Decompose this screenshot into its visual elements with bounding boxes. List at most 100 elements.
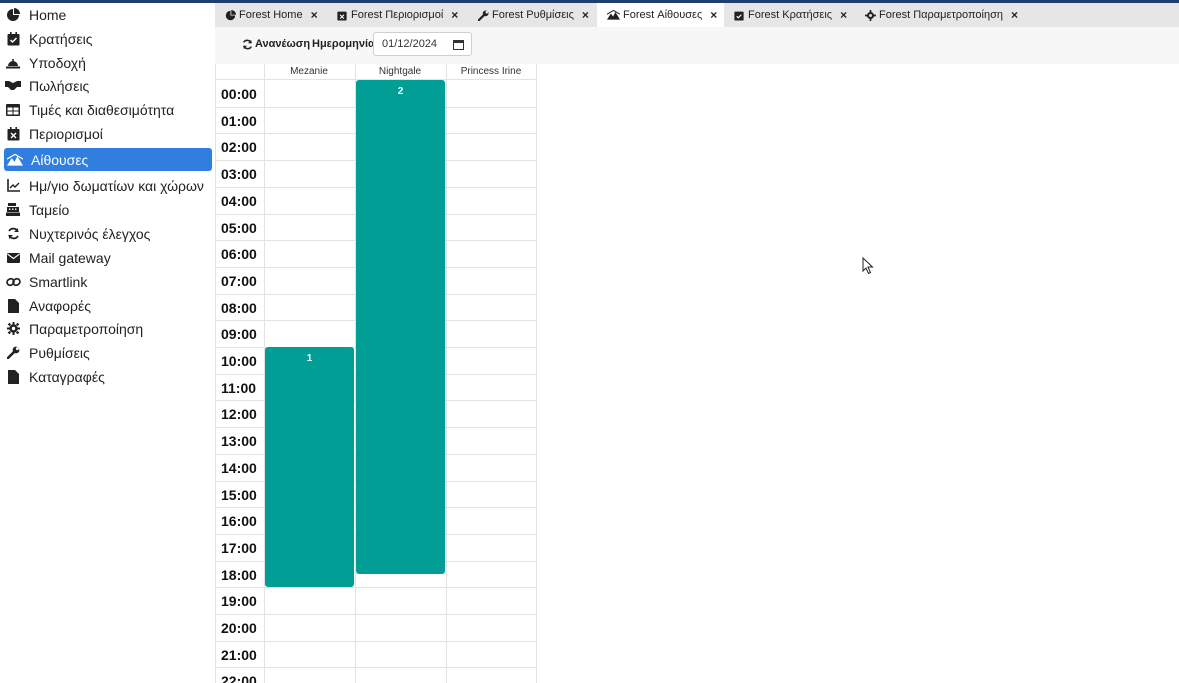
- sidebar-item-label: Περιορισμοί: [29, 125, 103, 142]
- close-icon[interactable]: ×: [710, 8, 717, 22]
- mountains-icon: [607, 10, 620, 21]
- booking-event[interactable]: 2: [356, 80, 445, 574]
- sidebar-item-home[interactable]: Home: [4, 3, 212, 26]
- sidebar-item-label: Υποδοχή: [29, 54, 86, 71]
- sidebar-item-label: Παραμετροποίηση: [29, 320, 144, 337]
- room-column-header: Princess Irine: [460, 66, 522, 77]
- tab-forest-settings[interactable]: Forest Ρυθμίσεις ×: [468, 3, 598, 27]
- envelope-icon: [5, 250, 21, 266]
- tab-forest-reservations[interactable]: Forest Κρατήσεις ×: [724, 3, 854, 27]
- grid-row-divider: [215, 641, 537, 642]
- hour-label: 20:00: [221, 620, 257, 636]
- hour-label: 01:00: [221, 113, 257, 129]
- hour-label: 10:00: [221, 353, 257, 369]
- tab-forest-restrictions[interactable]: Forest Περιορισμοί ×: [327, 3, 467, 27]
- calendar-check-icon: [5, 31, 21, 47]
- sidebar-item-reservations[interactable]: Κρατήσεις: [4, 27, 212, 50]
- hour-label: 03:00: [221, 166, 257, 182]
- sidebar-item-label: Mail gateway: [29, 249, 111, 266]
- sidebar-item-label: Πωλήσεις: [29, 77, 90, 94]
- mountains-icon: [7, 152, 23, 168]
- close-icon[interactable]: ×: [1011, 8, 1018, 22]
- sidebar-item-room-journal[interactable]: Ημ/γιο δωματίων και χώρων: [4, 174, 212, 197]
- sidebar-item-sales[interactable]: Πωλήσεις: [4, 74, 212, 97]
- close-icon[interactable]: ×: [582, 8, 589, 22]
- room-column-header: Nightgale: [378, 66, 422, 77]
- grid-row-divider: [215, 667, 537, 668]
- tab-label: Forest Κρατήσεις: [748, 9, 833, 21]
- wrench-icon: [478, 10, 489, 21]
- sidebar-item-reports[interactable]: Αναφορές: [4, 294, 212, 317]
- hour-label: 04:00: [221, 193, 257, 209]
- sidebar-item-night-audit[interactable]: Νυχτερινός έλεγχος: [4, 222, 212, 245]
- calendar-x-icon: [337, 10, 348, 21]
- sidebar-item-cashier[interactable]: Ταμείο: [4, 198, 212, 221]
- sidebar-item-label: Smartlink: [29, 273, 88, 290]
- sidebar-item-label: Αναφορές: [29, 297, 91, 314]
- sidebar-item-mail-gateway[interactable]: Mail gateway: [4, 246, 212, 269]
- hour-label: 22:00: [221, 673, 257, 683]
- sidebar-item-label: Ταμείο: [29, 201, 70, 218]
- hour-label: 09:00: [221, 326, 257, 342]
- sidebar-item-label: Home: [29, 6, 67, 23]
- hour-label: 00:00: [221, 86, 257, 102]
- close-icon[interactable]: ×: [840, 8, 847, 22]
- hour-label: 13:00: [221, 433, 257, 449]
- wrench-icon: [5, 345, 21, 361]
- mouse-cursor-icon: [862, 257, 874, 275]
- sidebar-item-smartlink[interactable]: Smartlink: [4, 270, 212, 293]
- sidebar-item-label: Νυχτερινός έλεγχος: [29, 225, 151, 242]
- hour-label: 15:00: [221, 487, 257, 503]
- room-scheduler: Mezanie Nightgale Princess Irine 00:00 01…: [215, 64, 537, 683]
- gear-icon: [865, 9, 876, 21]
- refresh-button[interactable]: Ανανέωση: [242, 38, 310, 50]
- tab-forest-halls[interactable]: Forest Αίθουσες ×: [597, 3, 724, 27]
- tab-forest-home[interactable]: Forest Home ×: [215, 3, 325, 27]
- gear-icon: [5, 321, 21, 337]
- refresh-icon: [5, 226, 21, 242]
- close-icon[interactable]: ×: [451, 8, 458, 22]
- sidebar-item-label: Τιμές και διαθεσιμότητα: [29, 101, 175, 118]
- cash-register-icon: [5, 202, 21, 218]
- table-icon: [5, 102, 21, 118]
- handshake-icon: [5, 78, 21, 94]
- date-input[interactable]: 01/12/2024: [373, 32, 472, 56]
- tab-forest-configuration[interactable]: Forest Παραμετροποίηση ×: [855, 3, 1025, 27]
- tab-label: Forest Home: [239, 9, 303, 21]
- sidebar-item-label: Αίθουσες: [31, 151, 89, 168]
- file-icon: [5, 298, 21, 314]
- sidebar-item-configuration[interactable]: Παραμετροποίηση: [4, 317, 212, 340]
- calendar-icon[interactable]: [453, 39, 464, 50]
- sidebar-item-halls[interactable]: Αίθουσες: [4, 148, 212, 171]
- calendar-x-icon: [5, 126, 21, 142]
- chart-line-icon: [5, 178, 21, 194]
- refresh-icon: [242, 39, 253, 50]
- hour-label: 05:00: [221, 220, 257, 236]
- hour-label: 18:00: [221, 567, 257, 583]
- room-column-header: Mezanie: [290, 66, 328, 77]
- sidebar-item-logs[interactable]: Καταγραφές: [4, 365, 212, 388]
- calendar-check-icon: [734, 10, 745, 21]
- sidebar-item-label: Ημ/γιο δωματίων και χώρων: [29, 177, 204, 194]
- tab-label: Forest Ρυθμίσεις: [492, 9, 574, 21]
- hour-label: 06:00: [221, 246, 257, 262]
- tab-label: Forest Αίθουσες: [623, 9, 703, 21]
- close-icon[interactable]: ×: [311, 8, 318, 22]
- grid-row-divider: [215, 614, 537, 615]
- date-value: 01/12/2024: [382, 38, 438, 50]
- sidebar-item-label: Ρυθμίσεις: [29, 344, 90, 361]
- hour-label: 14:00: [221, 460, 257, 476]
- tab-label: Forest Παραμετροποίηση: [879, 9, 1003, 21]
- booking-event[interactable]: 1: [265, 347, 354, 587]
- sidebar-item-reception[interactable]: Υποδοχή: [4, 51, 212, 74]
- sidebar-item-settings[interactable]: Ρυθμίσεις: [4, 341, 212, 364]
- hour-label: 07:00: [221, 273, 257, 289]
- tab-label: Forest Περιορισμοί: [351, 9, 444, 21]
- link-icon: [5, 274, 21, 290]
- hour-label: 16:00: [221, 513, 257, 529]
- sidebar-item-prices[interactable]: Τιμές και διαθεσιμότητα: [4, 98, 212, 121]
- file-icon: [5, 369, 21, 385]
- pie-chart-icon: [225, 9, 236, 21]
- grid-row-divider: [215, 587, 537, 588]
- sidebar-item-restrictions[interactable]: Περιορισμοί: [4, 122, 212, 145]
